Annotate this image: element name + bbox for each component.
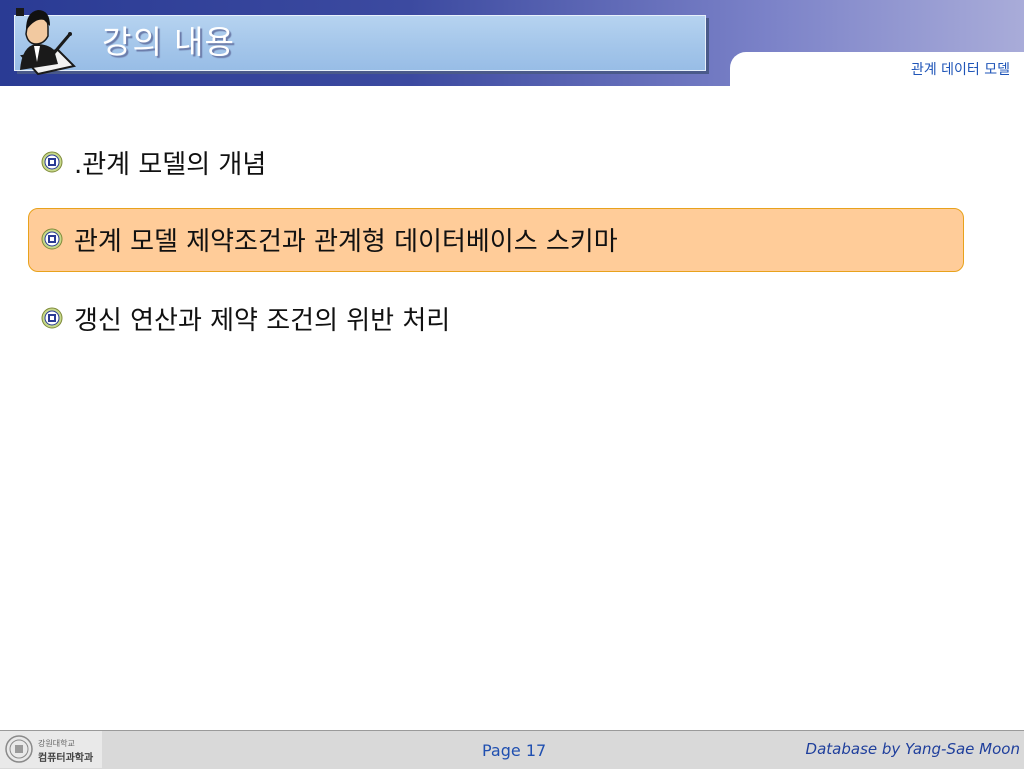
page-number: Page 17: [482, 741, 547, 760]
slide-subtitle: 관계 데이터 모델: [910, 62, 1010, 78]
bullet-item: 갱신 연산과 제약 조건의 위반 처리: [40, 301, 451, 336]
bullet-text: 갱신 연산과 제약 조건의 위반 처리: [74, 305, 451, 336]
bullet-item: .관계 모델의 개념: [40, 145, 267, 180]
logo-text-department: 컴퓨터과학과: [38, 753, 94, 764]
bullet-text: 관계 모델 제약조건과 관계형 데이터베이스 스키마: [74, 226, 618, 257]
bullet-text: .관계 모델의 개념: [74, 149, 267, 180]
slide-title: 강의 내용: [102, 23, 235, 61]
presenter-with-pen-icon: [16, 8, 76, 76]
logo-text-university: 강원대학교: [38, 739, 75, 748]
footer-credit: Database by Yang-Sae Moon: [805, 740, 1020, 758]
university-seal-icon: [5, 735, 33, 763]
university-emblem-icon: [41, 307, 63, 329]
university-emblem-icon: [41, 151, 63, 173]
bullet-item-highlighted: 관계 모델 제약조건과 관계형 데이터베이스 스키마: [40, 222, 618, 257]
university-emblem-icon: [41, 228, 63, 250]
